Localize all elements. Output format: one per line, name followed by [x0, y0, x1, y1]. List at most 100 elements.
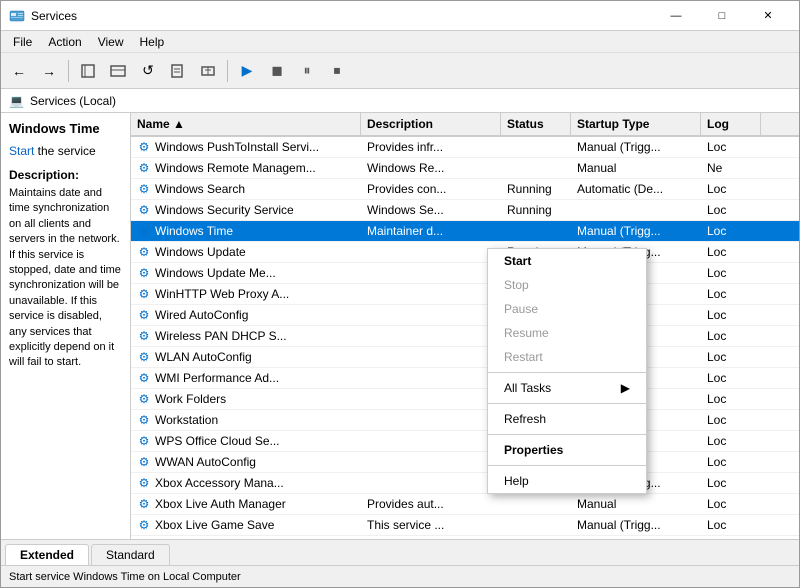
table-row[interactable]: ⚙ Windows Update Running Manual (Trigg..…	[131, 242, 799, 263]
service-desc: Provides con...	[361, 179, 501, 199]
service-log: Loc	[701, 494, 761, 514]
show-console-button[interactable]	[74, 57, 102, 85]
service-icon: ⚙	[137, 203, 151, 217]
service-log: Loc	[701, 389, 761, 409]
service-name: Wired AutoConfig	[155, 308, 248, 322]
service-startup: Manual (Trigg...	[571, 515, 701, 535]
pause-button[interactable]: ⏸	[293, 57, 321, 85]
tab-extended[interactable]: Extended	[5, 544, 89, 565]
back-button[interactable]: ←	[5, 57, 33, 85]
menu-file[interactable]: File	[5, 33, 40, 51]
table-row[interactable]: ⚙ Xbox Live Auth Manager Provides aut...…	[131, 494, 799, 515]
service-log: Ne	[701, 158, 761, 178]
service-desc	[361, 284, 501, 304]
col-status[interactable]: Status	[501, 113, 571, 135]
table-row[interactable]: ⚙ Windows Time Maintainer d... Manual (T…	[131, 221, 799, 242]
start-service-link[interactable]: Start	[9, 144, 34, 158]
table-row[interactable]: ⚙ Windows Remote Managem... Windows Re..…	[131, 158, 799, 179]
menu-bar: File Action View Help	[1, 31, 799, 53]
table-row[interactable]: ⚙ WLAN AutoConfig Running Automatic Loc	[131, 347, 799, 368]
table-row[interactable]: ⚙ Windows Update Me... Manual Loc	[131, 263, 799, 284]
col-startup[interactable]: Startup Type	[571, 113, 701, 135]
service-name: WWAN AutoConfig	[155, 455, 256, 469]
service-desc	[361, 347, 501, 367]
table-row[interactable]: ⚙ Xbox Accessory Mana... Manual (Trigg..…	[131, 473, 799, 494]
table-row[interactable]: ⚙ WinHTTP Web Proxy A... Running Manual …	[131, 284, 799, 305]
table-row[interactable]: ⚙ WMI Performance Ad... Manual Loc	[131, 368, 799, 389]
table-row[interactable]: ⚙ Windows Security Service Windows Se...…	[131, 200, 799, 221]
service-name: Windows Remote Managem...	[155, 161, 316, 175]
ctx-item-restart: Restart	[488, 345, 646, 369]
table-row[interactable]: ⚙ Work Folders Manual Loc	[131, 389, 799, 410]
ctx-separator	[488, 434, 646, 435]
stop-button[interactable]: ◼	[263, 57, 291, 85]
table-row[interactable]: ⚙ WPS Office Cloud Se... Manual Loc	[131, 431, 799, 452]
menu-action[interactable]: Action	[40, 33, 89, 51]
service-desc: Maintainer d...	[361, 221, 501, 241]
service-name: Windows PushToInstall Servi...	[155, 140, 319, 154]
service-name: WinHTTP Web Proxy A...	[155, 287, 289, 301]
app-icon	[9, 8, 25, 24]
address-bar: 💻 Services (Local)	[1, 89, 799, 113]
service-name: Windows Update Me...	[155, 266, 276, 280]
service-name: Xbox Accessory Mana...	[155, 476, 284, 490]
ctx-item-help[interactable]: Help	[488, 469, 646, 493]
col-name[interactable]: Name ▲	[131, 113, 361, 135]
services-window: Services — □ ✕ File Action View Help ← →…	[0, 0, 800, 588]
service-icon: ⚙	[137, 497, 151, 511]
col-desc[interactable]: Description	[361, 113, 501, 135]
ctx-item-start[interactable]: Start	[488, 249, 646, 273]
service-icon: ⚙	[137, 140, 151, 154]
service-name: WMI Performance Ad...	[155, 371, 279, 385]
col-log[interactable]: Log	[701, 113, 761, 135]
service-startup: Manual	[571, 494, 701, 514]
action-button[interactable]	[194, 57, 222, 85]
context-menu: StartStopPauseResumeRestartAll Tasks▶Ref…	[487, 248, 647, 494]
service-name: Xbox Live Auth Manager	[155, 497, 286, 511]
service-desc	[361, 242, 501, 262]
table-row[interactable]: ⚙ Windows Search Provides con... Running…	[131, 179, 799, 200]
service-icon: ⚙	[137, 350, 151, 364]
window-controls: — □ ✕	[653, 1, 791, 31]
content-area: Windows Time Start the service Descripti…	[1, 113, 799, 539]
table-row[interactable]: ⚙ Windows PushToInstall Servi... Provide…	[131, 137, 799, 158]
ctx-item-all-tasks[interactable]: All Tasks▶	[488, 376, 646, 400]
close-button[interactable]: ✕	[745, 1, 791, 31]
refresh-button[interactable]: ↺	[134, 57, 162, 85]
menu-help[interactable]: Help	[132, 33, 173, 51]
maximize-button[interactable]: □	[699, 1, 745, 31]
service-log: Loc	[701, 179, 761, 199]
service-icon: ⚙	[137, 392, 151, 406]
tab-standard[interactable]: Standard	[91, 544, 170, 565]
service-desc	[361, 410, 501, 430]
table-row[interactable]: ⚙ WWAN AutoConfig Manual Loc	[131, 452, 799, 473]
table-row[interactable]: ⚙ Xbox Live Game Save This service ... M…	[131, 515, 799, 536]
ctx-item-properties[interactable]: Properties	[488, 438, 646, 462]
service-desc	[361, 263, 501, 283]
services-panel: Name ▲ Description Status Startup Type L…	[131, 113, 799, 539]
show-tabs-button[interactable]	[104, 57, 132, 85]
menu-view[interactable]: View	[90, 33, 132, 51]
play-button[interactable]: ▶	[233, 57, 261, 85]
toolbar-sep-2	[227, 60, 228, 82]
minimize-button[interactable]: —	[653, 1, 699, 31]
left-panel: Windows Time Start the service Descripti…	[1, 113, 131, 539]
restart-button[interactable]: ⏹	[323, 57, 351, 85]
forward-button[interactable]: →	[35, 57, 63, 85]
toolbar-sep-1	[68, 60, 69, 82]
table-row[interactable]: ⚙ Wireless PAN DHCP S... Manual Loc	[131, 326, 799, 347]
ctx-item-refresh[interactable]: Refresh	[488, 407, 646, 431]
service-log: Loc	[701, 221, 761, 241]
service-desc: Windows Se...	[361, 200, 501, 220]
service-icon: ⚙	[137, 434, 151, 448]
table-row[interactable]: ⚙ Workstation Running Automatic Loc	[131, 410, 799, 431]
service-desc	[361, 389, 501, 409]
service-icon: ⚙	[137, 266, 151, 280]
service-log: Loc	[701, 431, 761, 451]
service-log: Loc	[701, 242, 761, 262]
service-log: Loc	[701, 305, 761, 325]
service-log: Loc	[701, 473, 761, 493]
table-row[interactable]: ⚙ Wired AutoConfig Manual Loc	[131, 305, 799, 326]
service-name: Windows Search	[155, 182, 245, 196]
export-button[interactable]	[164, 57, 192, 85]
